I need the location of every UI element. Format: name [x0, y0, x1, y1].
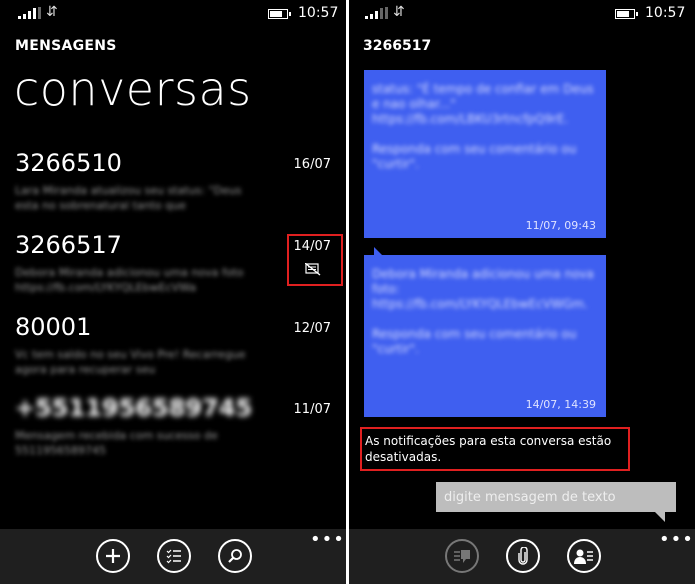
- conversation-preview: Vc tem saldo no seu Vivo Pre! Recarregue…: [15, 348, 246, 376]
- conversation-preview: Mensagem recebida com sucesso de 5511956…: [15, 429, 218, 457]
- bubble-tail: [374, 247, 382, 255]
- select-button[interactable]: [157, 539, 191, 573]
- app-bar: •••: [349, 529, 695, 584]
- signal-icon: [18, 7, 41, 19]
- thread-screen: ⇵ 10:57 3266517 status: "É tempo de conf…: [349, 0, 695, 584]
- search-icon: [228, 549, 242, 563]
- message-timestamp: 11/07, 09:43: [525, 219, 596, 232]
- attach-button[interactable]: [506, 539, 540, 573]
- battery-icon: [268, 9, 291, 19]
- select-list-icon: [166, 549, 181, 564]
- app-bar: •••: [0, 529, 346, 584]
- status-bar: ⇵ 10:57: [349, 0, 695, 30]
- data-connection-icon: ⇵: [46, 4, 58, 20]
- message-input[interactable]: [436, 482, 676, 512]
- conversation-date: 11/07: [293, 402, 331, 417]
- notice-text: As notificações para esta conversa estão…: [365, 434, 612, 464]
- message-text: Debora Miranda adicionou uma nova foto: …: [372, 267, 594, 356]
- conversation-date: 16/07: [293, 157, 331, 172]
- more-options-button[interactable]: •••: [659, 529, 694, 550]
- data-connection-icon: ⇵: [393, 4, 405, 20]
- conversation-sender: 3266510: [15, 149, 122, 177]
- message-bubble[interactable]: Debora Miranda adicionou uma nova foto: …: [364, 255, 606, 417]
- conversation-sender: 80001: [15, 313, 92, 341]
- signal-icon: [365, 7, 388, 19]
- notifications-muted-notice: As notificações para esta conversa estão…: [360, 427, 630, 471]
- message-text: status: "É tempo de confiar em Deus e na…: [372, 82, 594, 171]
- contact-icon: [574, 549, 593, 564]
- message-bubble[interactable]: status: "É tempo de confiar em Deus e na…: [364, 70, 606, 238]
- date-highlight-box: [287, 234, 343, 286]
- conversation-preview: Debora Miranda adicionou uma nova foto h…: [15, 266, 244, 294]
- voice-button[interactable]: [567, 539, 601, 573]
- clock: 10:57: [298, 5, 339, 21]
- conversations-screen: ⇵ 10:57 MENSAGENS conversas 3266510 16/0…: [0, 0, 346, 584]
- send-icon: [454, 550, 470, 563]
- message-timestamp: 14/07, 14:39: [525, 398, 596, 411]
- conversation-item[interactable]: 80001 12/07 Vc tem saldo no seu Vivo Pre…: [15, 313, 335, 383]
- send-button[interactable]: [445, 539, 479, 573]
- more-options-button[interactable]: •••: [310, 529, 345, 550]
- conversation-item[interactable]: +5511956589745 11/07 Mensagem recebida c…: [15, 394, 335, 464]
- clock: 10:57: [645, 5, 686, 21]
- conversation-sender: +5511956589745: [15, 394, 253, 422]
- conversation-date: 12/07: [293, 321, 331, 336]
- compose-box[interactable]: [436, 482, 676, 512]
- conversation-item[interactable]: 3266510 16/07 Lara Miranda atualizou seu…: [15, 149, 335, 219]
- status-bar: ⇵ 10:57: [0, 0, 346, 30]
- app-title: MENSAGENS: [15, 38, 117, 54]
- conversation-sender: 3266517: [15, 231, 122, 259]
- search-button[interactable]: [218, 539, 252, 573]
- thread-title: 3266517: [363, 38, 432, 54]
- battery-icon: [615, 9, 638, 19]
- pivot-title[interactable]: conversas: [14, 62, 252, 116]
- conversation-preview: Lara Miranda atualizou seu status: "Deus…: [15, 184, 242, 212]
- compose-tail: [655, 512, 665, 522]
- paperclip-icon: [518, 547, 528, 565]
- new-message-button[interactable]: [96, 539, 130, 573]
